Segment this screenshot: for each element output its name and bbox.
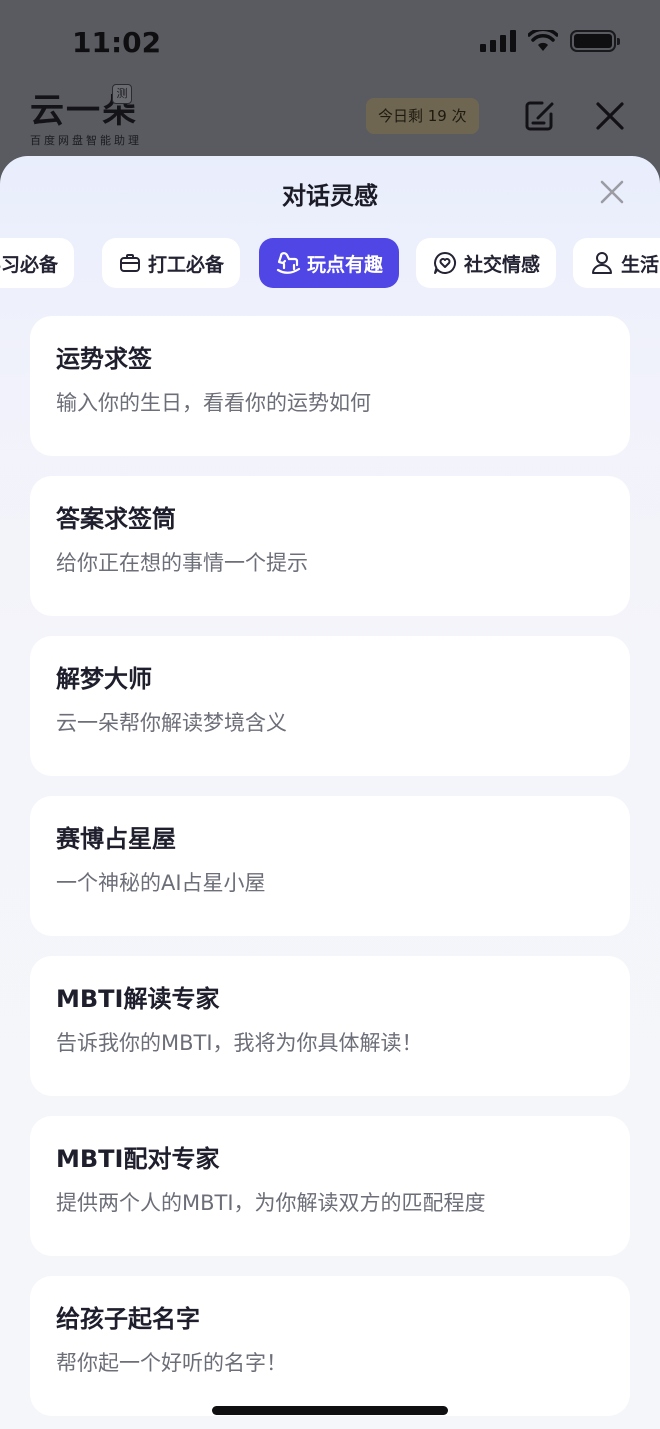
card-description: 帮你起一个好听的名字！ xyxy=(56,1351,287,1375)
sheet-close-button[interactable] xyxy=(596,176,628,208)
signal-icon xyxy=(480,30,516,52)
tab-label: 学习必备 xyxy=(0,253,59,276)
card-description: 告诉我你的MBTI，我将为你具体解读！ xyxy=(56,1031,423,1055)
tab-label: 打工必备 xyxy=(148,253,225,276)
battery-icon xyxy=(570,30,620,52)
tab-label: 玩点有趣 xyxy=(307,253,384,276)
tab-work[interactable]: 打工必备 xyxy=(102,238,241,288)
card-title: 赛博占星屋 xyxy=(56,825,176,853)
briefcase-icon xyxy=(120,254,140,272)
home-indicator[interactable] xyxy=(212,1406,448,1415)
prompt-card[interactable]: 答案求签筒 给你正在想的事情一个提示 xyxy=(30,476,630,616)
close-icon xyxy=(600,180,624,204)
card-title: 解梦大师 xyxy=(56,665,152,693)
sheet-title: 对话灵感 xyxy=(282,182,378,210)
wifi-icon xyxy=(528,30,558,51)
card-title: MBTI配对专家 xyxy=(56,1145,220,1173)
rocking-horse-icon xyxy=(276,252,301,274)
person-icon xyxy=(592,252,612,274)
status-time: 11:02 xyxy=(72,26,162,59)
prompt-card[interactable]: 解梦大师 云一朵帮你解读梦境含义 xyxy=(30,636,630,776)
tab-label: 生活 xyxy=(621,253,660,276)
status-icons xyxy=(480,30,620,52)
edit-icon xyxy=(525,101,554,131)
logo-subtitle: 百度网盘智能助理 xyxy=(30,134,142,147)
prompt-card[interactable]: 赛博占星屋 一个神秘的AI占星小屋 xyxy=(30,796,630,936)
card-description: 提供两个人的MBTI，为你解读双方的匹配程度 xyxy=(56,1191,486,1215)
tab-life[interactable]: 生活 xyxy=(573,238,660,288)
card-title: 运势求签 xyxy=(56,345,152,373)
prompt-card[interactable]: MBTI配对专家 提供两个人的MBTI，为你解读双方的匹配程度 xyxy=(30,1116,630,1256)
card-description: 给你正在想的事情一个提示 xyxy=(56,551,308,575)
tab-study[interactable]: 学习必备 xyxy=(0,238,75,288)
edit-button[interactable] xyxy=(520,96,560,136)
prompt-card[interactable]: 给孩子起名字 帮你起一个好听的名字！ xyxy=(30,1276,630,1416)
tab-fun[interactable]: 玩点有趣 xyxy=(259,238,400,288)
tab-label: 社交情感 xyxy=(464,253,541,276)
card-title: MBTI解读专家 xyxy=(56,985,220,1013)
inspiration-sheet: 对话灵感 学习必备 打工必备 玩点有趣 xyxy=(0,156,660,1429)
card-title: 答案求签筒 xyxy=(56,505,176,533)
quota-badge: 今日剩 19 次 xyxy=(366,98,479,134)
status-bar: 11:02 xyxy=(0,0,660,88)
prompt-card[interactable]: MBTI解读专家 告诉我你的MBTI，我将为你具体解读！ xyxy=(30,956,630,1096)
card-description: 云一朵帮你解读梦境含义 xyxy=(56,711,287,735)
app-header: 云一朵 百度网盘智能助理 测 今日剩 19 次 xyxy=(0,80,660,160)
card-description: 输入你的生日，看看你的运势如何 xyxy=(56,391,371,415)
heart-chat-icon xyxy=(434,252,456,274)
beta-badge: 测 xyxy=(112,84,132,104)
close-app-button[interactable] xyxy=(590,96,630,136)
category-tabs: 学习必备 打工必备 玩点有趣 社交情感 xyxy=(0,238,660,288)
prompt-card[interactable]: 运势求签 输入你的生日，看看你的运势如何 xyxy=(30,316,630,456)
card-title: 给孩子起名字 xyxy=(56,1305,200,1333)
card-description: 一个神秘的AI占星小屋 xyxy=(56,871,266,895)
tab-social[interactable]: 社交情感 xyxy=(416,238,557,288)
close-icon xyxy=(596,102,624,130)
